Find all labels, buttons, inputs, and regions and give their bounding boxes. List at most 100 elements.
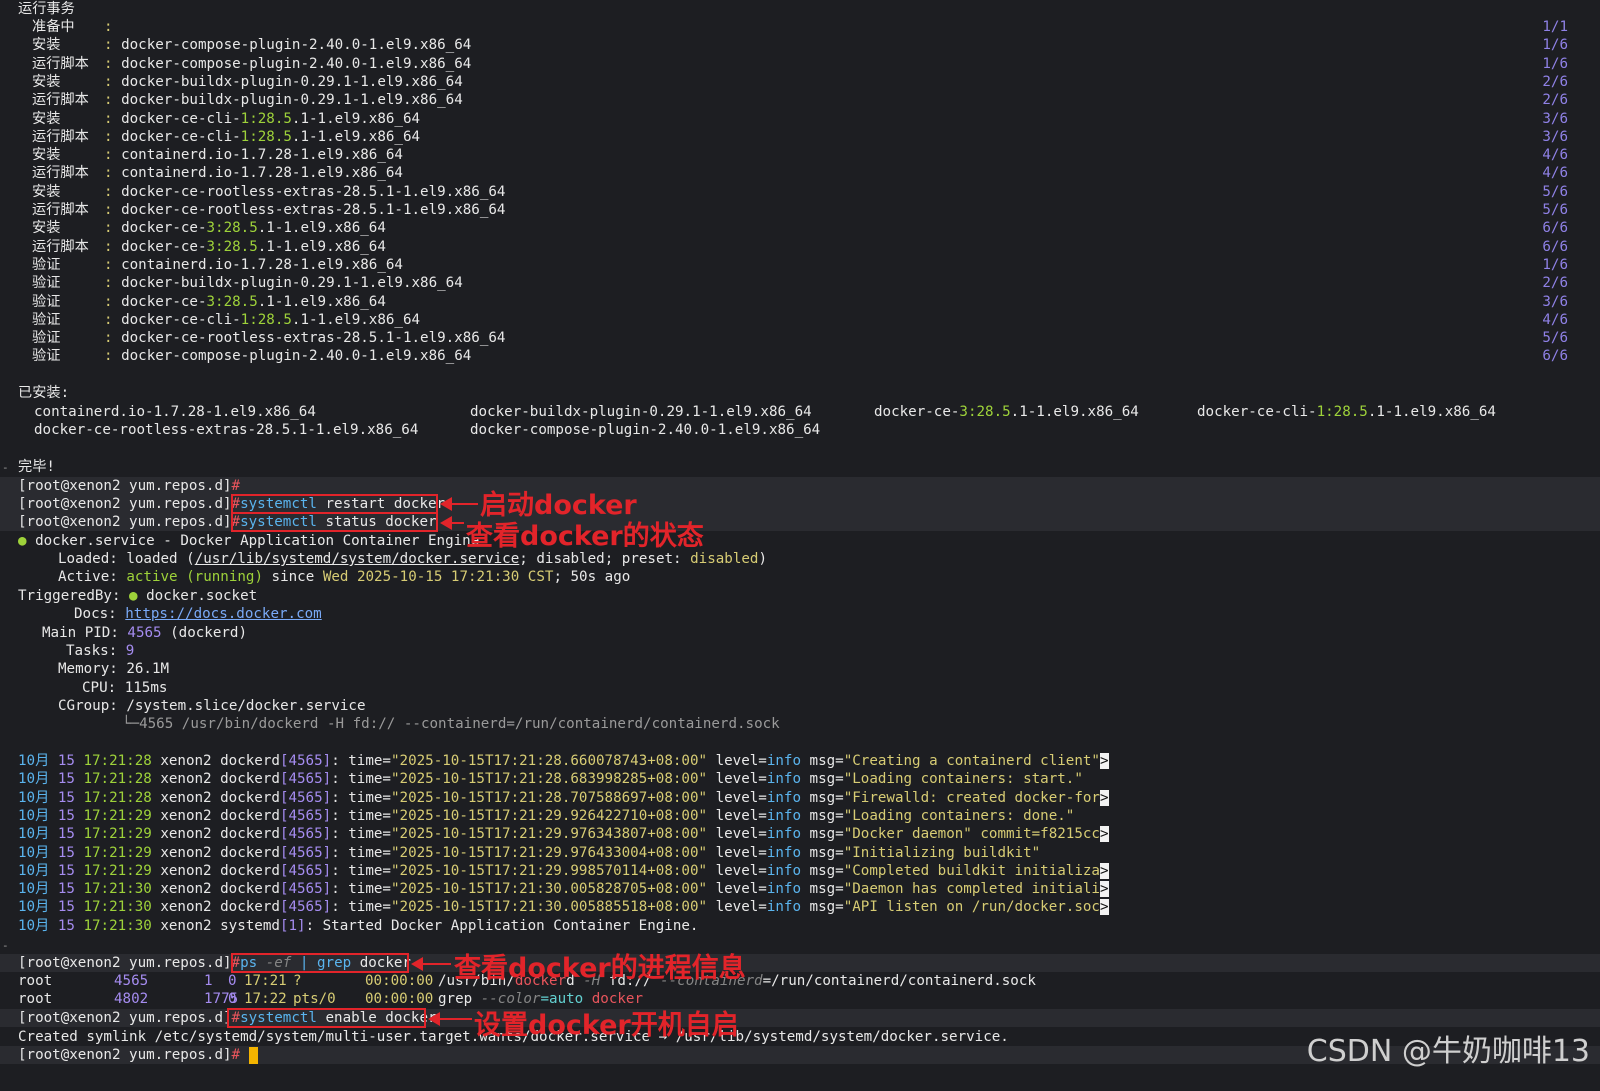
- terminal-window[interactable]: 运行事务 准备中: 1/1 安装: docker-compose-plugin-2…: [0, 0, 1600, 1091]
- arrow-left-icon: [411, 957, 451, 971]
- transaction-progress: 4/6: [1542, 165, 1568, 182]
- transaction-row: 运行脚本: docker-ce-3:28.5.1-1.el9.x86_64: [32, 238, 386, 255]
- installed-pkg: docker-ce-rootless-extras-28.5.1-1.el9.x…: [34, 422, 419, 438]
- transaction-progress: 2/6: [1542, 275, 1568, 292]
- status-cpu: CPU: 115ms: [82, 680, 168, 696]
- status-tasks: Tasks: 9: [66, 643, 135, 659]
- highlight-box-enable: [227, 1008, 426, 1028]
- log-line: 10月 15 17:21:30 xenon2 dockerd[4565]: ti…: [18, 881, 1109, 898]
- transaction-separator: :: [104, 73, 113, 90]
- transaction-label: 安装: [32, 73, 61, 90]
- watermark: CSDN @牛奶咖啡13: [1306, 1034, 1590, 1069]
- transaction-row: 运行脚本: docker-buildx-plugin-0.29.1-1.el9.…: [32, 92, 463, 109]
- transaction-row: 安装: docker-ce-cli-1:28.5.1-1.el9.x86_64: [32, 110, 421, 127]
- transaction-progress: 1/6: [1542, 37, 1568, 54]
- active-dot-icon: ●: [129, 588, 138, 604]
- transaction-progress: 3/6: [1542, 293, 1568, 310]
- ps-cell: ?: [293, 973, 302, 989]
- transaction-row: 验证: docker-compose-plugin-2.40.0-1.el9.x…: [32, 348, 472, 365]
- status-cgroup: CGroup: /system.slice/docker.service: [58, 698, 366, 714]
- transaction-row: 运行脚本: docker-ce-cli-1:28.5.1-1.el9.x86_6…: [32, 128, 421, 145]
- truncation-marker: >: [1099, 862, 1109, 879]
- installed-pkg: docker-ce-cli-1:28.5.1-1.el9.x86_64: [1197, 404, 1496, 420]
- arrow-left-icon: [440, 497, 478, 511]
- transaction-separator: :: [104, 330, 113, 347]
- annotation-enable: 设置docker开机自启: [474, 1010, 739, 1041]
- status-triggered: TriggeredBy: ● docker.socket: [18, 588, 258, 604]
- transaction-progress: 4/6: [1542, 147, 1568, 164]
- transaction-progress: 4/6: [1542, 311, 1568, 328]
- transaction-row: 验证: docker-ce-rootless-extras-28.5.1-1.e…: [32, 330, 506, 347]
- transaction-label: 验证: [32, 311, 61, 328]
- docs-link[interactable]: https://docs.docker.com: [125, 606, 321, 622]
- installed-pkg: docker-ce-3:28.5.1-1.el9.x86_64: [874, 404, 1139, 420]
- transaction-progress: 6/6: [1542, 238, 1568, 255]
- transaction-separator: :: [104, 55, 113, 72]
- installed-pkg: docker-buildx-plugin-0.29.1-1.el9.x86_64: [470, 404, 812, 420]
- installed-pkg: containerd.io-1.7.28-1.el9.x86_64: [34, 404, 316, 420]
- arrow-left-icon: [428, 1012, 472, 1026]
- transaction-label: 验证: [32, 256, 61, 273]
- ps-cell: root: [18, 991, 53, 1008]
- arrow-left-icon: [440, 516, 464, 530]
- ps-cell: 0: [228, 973, 237, 989]
- status-memory: Memory: 26.1M: [58, 661, 170, 677]
- transaction-row: 安装: docker-ce-rootless-extras-28.5.1-1.e…: [32, 183, 506, 200]
- status-cgroup-process: └─4565 /usr/bin/dockerd -H fd:// --conta…: [122, 716, 780, 732]
- transaction-separator: :: [104, 183, 113, 200]
- truncation-marker: >: [1099, 753, 1109, 769]
- transaction-progress: 5/6: [1542, 202, 1568, 218]
- transaction-progress: 1/6: [1542, 256, 1568, 273]
- transaction-label: 准备中: [32, 19, 75, 35]
- highlight-box-restart: [231, 494, 438, 514]
- transaction-progress: 2/6: [1542, 92, 1568, 109]
- transaction-row: 安装: containerd.io-1.7.28-1.el9.x86_64: [32, 147, 403, 164]
- log-line: 10月 15 17:21:29 xenon2 dockerd[4565]: ti…: [18, 844, 1041, 861]
- log-line: 10月 15 17:21:29 xenon2 dockerd[4565]: ti…: [18, 807, 1075, 824]
- truncation-marker: >: [1099, 899, 1109, 916]
- transaction-label: 运行脚本: [32, 128, 89, 145]
- transaction-label: 安装: [32, 110, 61, 127]
- truncation-marker: >: [1099, 789, 1109, 806]
- transaction-label: 验证: [32, 330, 61, 347]
- transaction-row: 验证: docker-buildx-plugin-0.29.1-1.el9.x8…: [32, 275, 463, 292]
- highlight-box-ps: [231, 953, 409, 973]
- log-line: 10月 15 17:21:29 xenon2 dockerd[4565]: ti…: [18, 862, 1109, 879]
- transaction-progress: 5/6: [1542, 330, 1568, 347]
- transaction-row: 验证: containerd.io-1.7.28-1.el9.x86_64: [32, 256, 403, 273]
- ps-cell: root: [18, 973, 53, 989]
- text-cursor: [248, 1046, 258, 1064]
- transaction-row: 安装: docker-compose-plugin-2.40.0-1.el9.x…: [32, 37, 472, 54]
- transaction-label: 运行脚本: [32, 55, 89, 72]
- ps-cell: 1: [204, 973, 213, 989]
- truncation-marker: >: [1099, 826, 1109, 843]
- transaction-label: 运行脚本: [32, 92, 89, 109]
- log-line: 10月 15 17:21:30 xenon2 systemd[1]: Start…: [18, 917, 699, 934]
- transaction-label: 验证: [32, 275, 61, 292]
- ps-cell: 4565: [114, 973, 149, 989]
- gutter-mark: -: [2, 939, 9, 952]
- log-line: 10月 15 17:21:28 xenon2 dockerd[4565]: ti…: [18, 771, 1083, 788]
- transaction-label: 运行脚本: [32, 202, 89, 218]
- transaction-separator: :: [104, 147, 113, 164]
- log-line: 10月 15 17:21:30 xenon2 dockerd[4565]: ti…: [18, 899, 1109, 916]
- ps-cell: 4802: [114, 991, 149, 1008]
- transaction-label: 安装: [32, 220, 61, 237]
- status-docs: Docs: https://docs.docker.com: [74, 606, 322, 622]
- transaction-separator: :: [104, 128, 113, 145]
- transaction-label: 安装: [32, 147, 61, 164]
- ps-cell: 17:21: [244, 973, 287, 989]
- transaction-separator: :: [104, 37, 113, 54]
- active-dot-icon: ●: [18, 533, 27, 549]
- truncation-marker: >: [1099, 881, 1109, 898]
- ps-cell: 00:00:00: [365, 991, 434, 1008]
- transaction-row: 运行脚本: containerd.io-1.7.28-1.el9.x86_64: [32, 165, 403, 182]
- log-line: 10月 15 17:21:28 xenon2 dockerd[4565]: ti…: [18, 789, 1109, 806]
- transaction-header: 运行事务: [18, 1, 75, 17]
- transaction-separator: :: [104, 275, 113, 292]
- transaction-separator: :: [104, 256, 113, 273]
- installed-pkg: docker-compose-plugin-2.40.0-1.el9.x86_6…: [470, 422, 821, 438]
- log-line: 10月 15 17:21:28 xenon2 dockerd[4565]: ti…: [18, 753, 1109, 769]
- transaction-row: 运行脚本: docker-compose-plugin-2.40.0-1.el9…: [32, 55, 472, 72]
- transaction-label: 运行脚本: [32, 238, 89, 255]
